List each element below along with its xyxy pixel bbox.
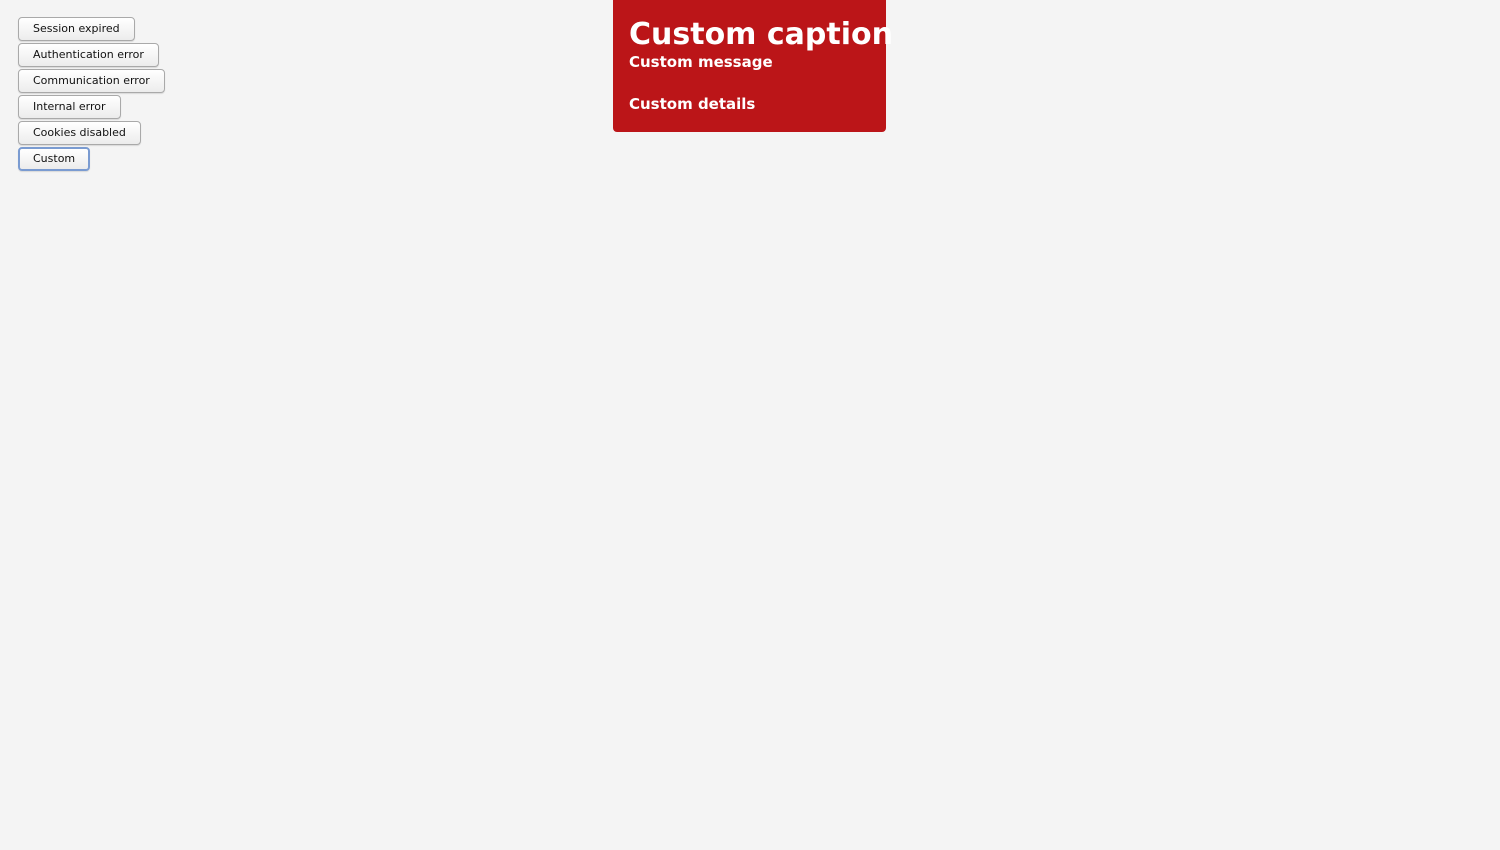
custom-button[interactable]: Custom [18, 147, 91, 171]
error-notification[interactable]: Custom caption Custom message Custom det… [613, 0, 893, 132]
cookies-disabled-button[interactable]: Cookies disabled [18, 121, 141, 145]
communication-error-button[interactable]: Communication error [18, 69, 165, 93]
internal-error-button[interactable]: Internal error [18, 95, 121, 119]
authentication-error-button[interactable]: Authentication error [18, 43, 159, 67]
notification-message: Custom message [629, 53, 773, 71]
error-trigger-buttons: Session expired Authentication error Com… [18, 17, 165, 171]
session-expired-button[interactable]: Session expired [18, 17, 135, 41]
notification-details: Custom details [629, 95, 756, 113]
notification-caption: Custom caption [629, 17, 893, 52]
